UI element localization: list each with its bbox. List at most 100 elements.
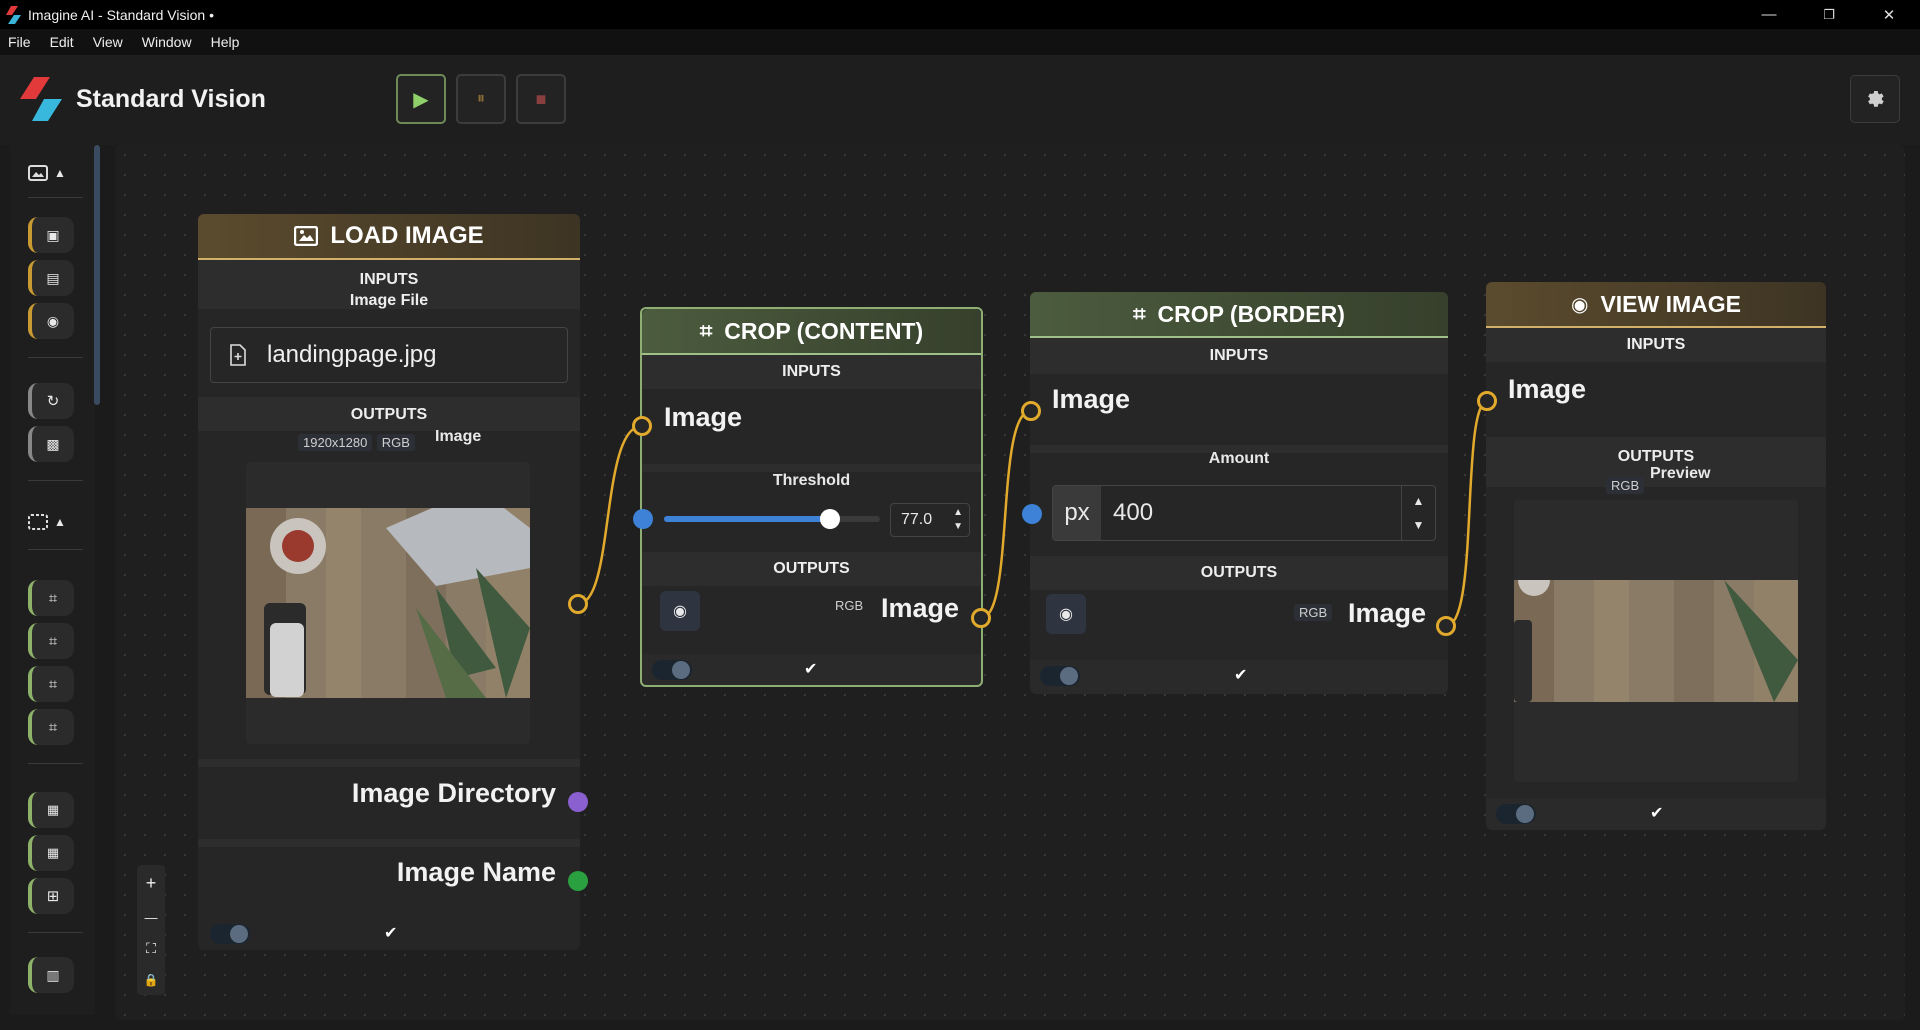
sidebar-item-crop-3[interactable]: ⌗	[28, 666, 74, 702]
node-toggle[interactable]	[1040, 666, 1080, 686]
crop-content-inputs-section: INPUTS	[642, 355, 981, 389]
crop-content-node[interactable]: ⌗ CROP (CONTENT) INPUTS Image Threshold …	[640, 307, 983, 687]
load-image-outputs-section: OUTPUTS	[198, 397, 580, 431]
zoom-out-button[interactable]: —	[145, 910, 158, 925]
view-image-input-label: Image	[1508, 374, 1587, 404]
threshold-input-port[interactable]	[633, 509, 653, 529]
image-file-field[interactable]: landingpage.jpg	[210, 327, 568, 383]
threshold-slider-thumb[interactable]	[820, 509, 840, 529]
stepper-arrows-icon[interactable]: ▲ ▼	[953, 506, 963, 534]
view-image-header[interactable]: ◉ VIEW IMAGE	[1486, 282, 1826, 328]
crop-content-image-input-label: Image	[664, 402, 743, 432]
crop-content-input-port[interactable]	[632, 416, 652, 436]
node-toggle[interactable]	[652, 660, 692, 680]
fit-view-button[interactable]: ⛶	[146, 940, 156, 957]
zoom-in-button[interactable]: +	[146, 873, 157, 894]
stepper-arrows-icon[interactable]: ▲ ▼	[1401, 486, 1435, 540]
check-icon: ✔	[804, 661, 818, 678]
crop-border-header[interactable]: ⌗ CROP (BORDER)	[1030, 292, 1448, 338]
stop-button[interactable]: ■	[516, 74, 566, 124]
menu-edit[interactable]: Edit	[50, 34, 74, 50]
app-name: Standard Vision	[76, 84, 266, 113]
load-image-header[interactable]: LOAD IMAGE	[198, 214, 580, 260]
eye-icon: ◉	[673, 603, 687, 620]
color-mode-badge: RGB	[376, 434, 415, 451]
image-name-port[interactable]	[568, 871, 588, 891]
sidebar-group-transform[interactable]: ▲	[28, 507, 74, 537]
crop-icon: ⌗	[48, 632, 58, 650]
desk-photo	[246, 508, 530, 698]
sidebar-group-image-io[interactable]: ▲	[28, 158, 74, 188]
sidebar-item-crop-4[interactable]: ⌗	[28, 709, 74, 745]
sidebar-item-load-image[interactable]: ▣	[28, 217, 74, 253]
amount-label: Amount	[1208, 450, 1270, 467]
crop-content-output-port[interactable]	[971, 608, 991, 628]
image-preview	[1514, 500, 1798, 782]
node-toggle[interactable]	[1496, 804, 1536, 824]
color-mode-badge: RGB	[1294, 604, 1333, 621]
chevron-up-icon: ▲	[54, 515, 66, 529]
crop-border-output-port[interactable]	[1436, 616, 1456, 636]
color-mode-badge: RGB	[835, 598, 864, 613]
crop-icon: ⌗	[699, 318, 713, 343]
crop-content-title: CROP (CONTENT)	[724, 317, 924, 344]
crop-content-image-output-label: Image	[880, 593, 959, 623]
threshold-value-field[interactable]: 77.0 ▲ ▼	[890, 503, 970, 537]
sidebar-item-ruler[interactable]: ▥	[28, 957, 74, 993]
preview-toggle-button[interactable]: ◉	[660, 591, 700, 631]
preview-toggle-button[interactable]: ◉	[1046, 594, 1086, 634]
close-button[interactable]: ✕	[1860, 0, 1918, 29]
sidebar-item-resize-2[interactable]: ▦	[28, 835, 74, 871]
save-icon: ▤	[46, 269, 60, 286]
menu-window[interactable]: Window	[142, 34, 192, 50]
crop-border-input-port[interactable]	[1021, 401, 1041, 421]
eye-icon: ◉	[46, 312, 60, 329]
chevron-up-icon: ▲	[54, 166, 66, 180]
sidebar-item-refresh[interactable]: ↻	[28, 383, 74, 419]
load-image-node[interactable]: LOAD IMAGE INPUTS Image File landingpage…	[198, 214, 588, 950]
crop-border-node[interactable]: ⌗ CROP (BORDER) INPUTS Image Amount px 4…	[1030, 292, 1448, 694]
check-icon: ✔	[1234, 667, 1248, 684]
menu-file[interactable]: File	[8, 34, 31, 50]
sidebar-item-save-image[interactable]: ▤	[28, 260, 74, 296]
sidebar-item-view-image[interactable]: ◉	[28, 303, 74, 339]
crop-border-title: CROP (BORDER)	[1157, 300, 1345, 327]
load-image-title: LOAD IMAGE	[330, 222, 484, 249]
threshold-slider-fill	[664, 516, 830, 522]
sidebar-item-crop-1[interactable]: ⌗	[28, 580, 74, 616]
crop-content-header[interactable]: ⌗ CROP (CONTENT)	[642, 309, 981, 355]
sidebar-scrollbar[interactable]	[94, 145, 100, 405]
transform-group-icon	[28, 514, 48, 530]
lock-button[interactable]: 🔒	[144, 973, 159, 987]
sidebar-item-image-edit[interactable]: ▩	[28, 426, 74, 462]
outputs-label: OUTPUTS	[773, 560, 850, 577]
image-file-label: Image File	[349, 292, 429, 309]
view-image-node[interactable]: ◉ VIEW IMAGE INPUTS Image OUTPUTS RGB Pr…	[1486, 282, 1826, 830]
node-toggle[interactable]	[210, 924, 250, 944]
load-image-inputs-section: INPUTS Image File	[198, 260, 580, 309]
sidebar-item-resize-1[interactable]: ▦	[28, 792, 74, 828]
pause-button[interactable]: ⏸	[456, 74, 506, 124]
view-image-input-port[interactable]	[1477, 391, 1497, 411]
threshold-slider[interactable]	[664, 509, 880, 529]
sidebar-item-tile[interactable]: ⊞	[28, 878, 74, 914]
resize-icon: ▦	[46, 802, 60, 817]
settings-button[interactable]	[1850, 75, 1900, 123]
amount-field[interactable]: px 400 ▲ ▼	[1052, 485, 1436, 541]
image-directory-port[interactable]	[568, 792, 588, 812]
minimize-button[interactable]: —	[1740, 0, 1798, 29]
menu-view[interactable]: View	[93, 34, 123, 50]
image-directory-label: Image Directory	[351, 778, 556, 808]
cropped-photo	[1514, 580, 1798, 702]
inputs-label: INPUTS	[359, 271, 419, 288]
load-image-output-port[interactable]	[568, 594, 588, 614]
eye-icon: ◉	[1059, 606, 1073, 623]
play-button[interactable]: ▶	[396, 74, 446, 124]
eye-icon: ◉	[1570, 293, 1589, 316]
amount-input-port[interactable]	[1022, 504, 1042, 524]
resolution-badge: 1920x1280	[298, 434, 373, 451]
menu-help[interactable]: Help	[211, 34, 240, 50]
restore-button[interactable]: ❐	[1800, 0, 1858, 29]
sidebar-item-crop-2[interactable]: ⌗	[28, 623, 74, 659]
threshold-value: 77.0	[901, 511, 933, 528]
